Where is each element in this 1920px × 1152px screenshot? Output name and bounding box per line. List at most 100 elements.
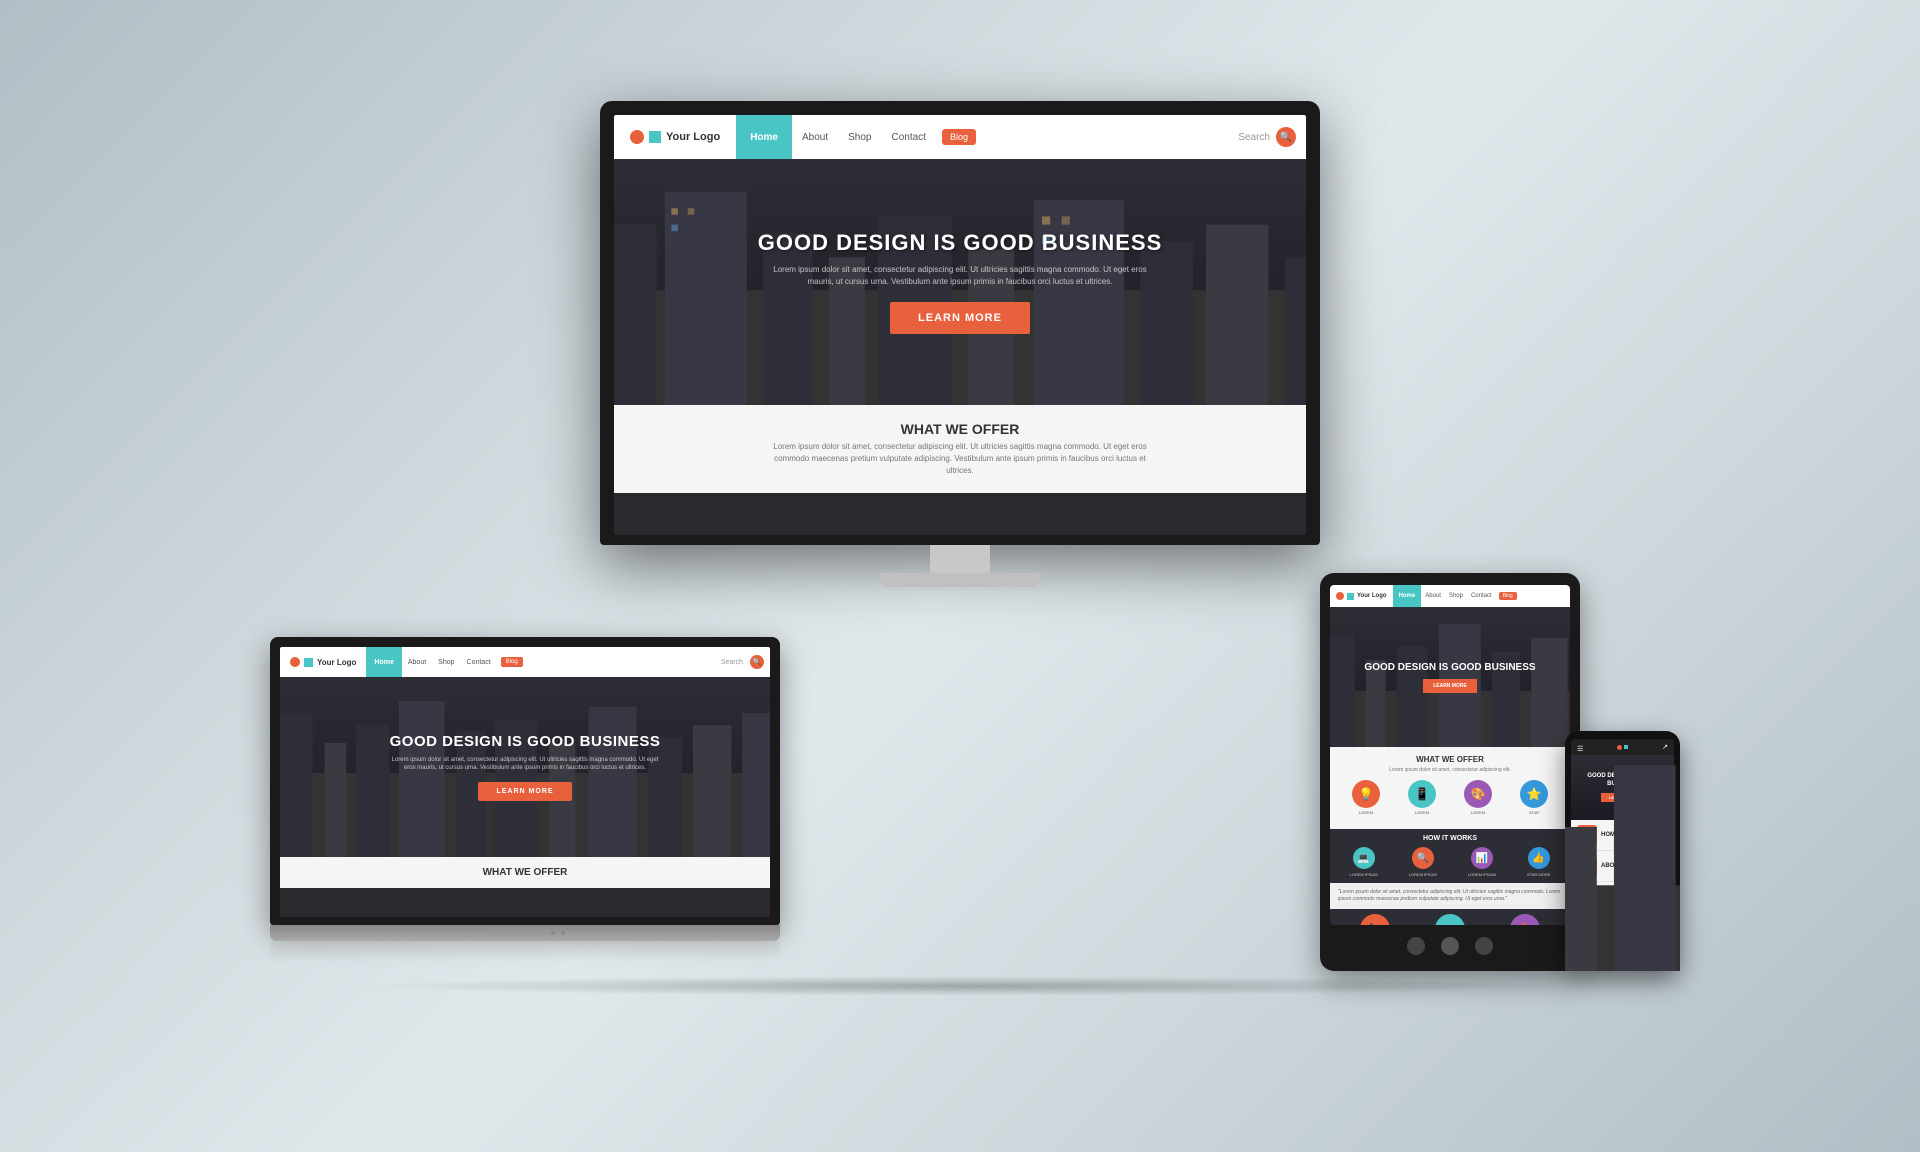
hero-subtitle: Lorem ipsum dolor sit amet, consectetur … xyxy=(760,264,1160,288)
search-label[interactable]: Search xyxy=(1238,132,1270,143)
tablet-how-icon-1: 💻 xyxy=(1353,847,1375,869)
mockup-scene: Your Logo Home About Shop Contact Blog S… xyxy=(210,101,1710,1051)
tablet-learn-more-button[interactable]: LEARN MORE xyxy=(1423,679,1477,693)
laptop-logo-square-icon xyxy=(304,658,313,667)
tablet-testimonial-text: "Lorem ipsum dolor sit amet, consectetur… xyxy=(1338,889,1562,903)
tablet-how-icon-3: 📊 xyxy=(1471,847,1493,869)
laptop-reflection xyxy=(270,941,780,961)
what-we-offer-title: WHAT WE OFFER xyxy=(630,421,1290,437)
learn-more-button[interactable]: LEARN MORE xyxy=(890,302,1030,334)
tablet-screen: Your Logo Home About Shop Contact Blog xyxy=(1330,585,1570,925)
tablet-hero-title: GOOD DESIGN IS GOOD BUSINESS xyxy=(1364,662,1535,673)
tablet-offer-item-4: ⭐ STAR xyxy=(1520,780,1548,815)
tablet-city-bg xyxy=(1330,607,1570,747)
tablet-offer-icon-2: 📱 xyxy=(1408,780,1436,808)
tablet-offer-label-2: LOREM xyxy=(1415,810,1429,815)
nav-contact-link[interactable]: Contact xyxy=(881,132,935,143)
nav-shop-link[interactable]: Shop xyxy=(838,132,881,143)
tablet-recent-button[interactable] xyxy=(1475,937,1493,955)
desktop-monitor: Your Logo Home About Shop Contact Blog S… xyxy=(600,101,1320,587)
tablet-nav: Your Logo Home About Shop Contact Blog xyxy=(1330,585,1570,607)
tablet-what-sub: Lorem ipsum dolor sit amet, consectetur … xyxy=(1338,767,1562,774)
tablet-offer-item-1: 💡 LOREM xyxy=(1352,780,1380,815)
laptop-bottom-bar xyxy=(270,925,780,941)
tablet-frame: Your Logo Home About Shop Contact Blog xyxy=(1320,573,1580,971)
tablet-offer-label-1: LOREM xyxy=(1359,810,1373,815)
tablet-how-icon-4: 👍 xyxy=(1528,847,1550,869)
tablet-what-title: WHAT WE OFFER xyxy=(1338,755,1562,764)
tablet-logo-area: Your Logo xyxy=(1330,585,1393,607)
tablet-how-label-3: LOREM IPSUM xyxy=(1468,872,1496,877)
laptop-nav-home[interactable]: Home xyxy=(366,647,401,677)
logo-text: Your Logo xyxy=(666,131,720,143)
phone-screen: ☰ ↗ xyxy=(1571,739,1674,939)
tablet-how-label-1: LOREM IPSUM xyxy=(1350,872,1378,877)
laptop-hero: GOOD DESIGN IS GOOD BUSINESS Lorem ipsum… xyxy=(280,677,770,857)
desktop-hero: GOOD DESIGN IS GOOD BUSINESS Lorem ipsum… xyxy=(614,159,1306,405)
laptop-device: Your Logo Home About Shop Contact Blog S… xyxy=(270,637,780,961)
tablet-how-item-2: 🔍 LOREM IPSUM xyxy=(1409,847,1437,877)
laptop-logo-text: Your Logo xyxy=(317,658,356,667)
laptop-search-area: Search 🔍 xyxy=(711,647,770,677)
logo-square-icon xyxy=(649,131,661,143)
laptop-hero-subtitle: Lorem ipsum dolor sit amet, consectetur … xyxy=(385,756,665,773)
laptop-nav-about[interactable]: About xyxy=(402,659,432,666)
monitor-stand-neck xyxy=(930,545,990,573)
tablet-offer-label-4: STAR xyxy=(1529,810,1539,815)
nav-about-link[interactable]: About xyxy=(792,132,838,143)
laptop-logo-circle-icon xyxy=(290,657,300,667)
logo-circle-icon xyxy=(630,130,644,144)
tablet-bottom-row: 📞 ✉️ 📍 xyxy=(1330,909,1570,925)
laptop-search-label[interactable]: Search xyxy=(717,659,747,666)
tablet-nav-about[interactable]: About xyxy=(1421,593,1445,599)
tablet-logo-text: Your Logo xyxy=(1357,593,1387,599)
tablet-how-label-2: LOREM IPSUM xyxy=(1409,872,1437,877)
tablet-how-item-3: 📊 LOREM IPSUM xyxy=(1468,847,1496,877)
laptop-dot2 xyxy=(561,931,565,935)
laptop-hero-title: GOOD DESIGN IS GOOD BUSINESS xyxy=(390,733,661,750)
tablet-nav-contact[interactable]: Contact xyxy=(1467,593,1496,599)
tablet-bottom-icon-1: 📞 xyxy=(1360,914,1390,925)
laptop-what-we-offer: WHAT WE OFFER xyxy=(280,857,770,888)
laptop-search-icon[interactable]: 🔍 xyxy=(750,655,764,669)
tablet-offer-icon-3: 🎨 xyxy=(1464,780,1492,808)
tablet-back-button[interactable] xyxy=(1407,937,1425,955)
phone-city-bg xyxy=(1571,739,1674,939)
desktop-nav: Your Logo Home About Shop Contact Blog S… xyxy=(614,115,1306,159)
tablet-how-title: HOW IT WORKS xyxy=(1336,835,1564,842)
laptop-what-we-offer-title: WHAT WE OFFER xyxy=(290,867,760,878)
laptop-nav-blog[interactable]: Blog xyxy=(501,657,523,667)
tablet-how-item-1: 💻 LOREM IPSUM xyxy=(1350,847,1378,877)
nav-home-link[interactable]: Home xyxy=(736,115,792,159)
hero-title: GOOD DESIGN IS GOOD BUSINESS xyxy=(758,230,1163,256)
tablet-nav-home[interactable]: Home xyxy=(1393,585,1422,607)
tablet-how-it-works: HOW IT WORKS 💻 LOREM IPSUM 🔍 LOREM IPSUM… xyxy=(1330,829,1570,883)
tablet-offer-item-3: 🎨 LOREM xyxy=(1464,780,1492,815)
tablet-how-icon-2: 🔍 xyxy=(1412,847,1434,869)
laptop-nav-contact[interactable]: Contact xyxy=(461,659,497,666)
tablet-testimonial: "Lorem ipsum dolor sit amet, consectetur… xyxy=(1330,883,1570,909)
tablet-bottom-icon-3: 📍 xyxy=(1510,914,1540,925)
tablet-nav-blog[interactable]: Blog xyxy=(1499,592,1517,600)
laptop-nav-shop[interactable]: Shop xyxy=(432,659,460,666)
tablet-offer-item-2: 📱 LOREM xyxy=(1408,780,1436,815)
desktop-search-area: Search 🔍 xyxy=(1228,115,1306,159)
monitor-screen: Your Logo Home About Shop Contact Blog S… xyxy=(614,115,1306,535)
monitor-frame: Your Logo Home About Shop Contact Blog S… xyxy=(600,101,1320,545)
desktop-what-we-offer: WHAT WE OFFER Lorem ipsum dolor sit amet… xyxy=(614,405,1306,493)
laptop-trackpad xyxy=(485,931,545,935)
tablet-hero: GOOD DESIGN IS GOOD BUSINESS LEARN MORE xyxy=(1330,607,1570,747)
tablet-offer-icon-4: ⭐ xyxy=(1520,780,1548,808)
tablet-nav-shop[interactable]: Shop xyxy=(1445,593,1467,599)
tablet-what-we-offer: WHAT WE OFFER Lorem ipsum dolor sit amet… xyxy=(1330,747,1570,829)
phone-frame: ☰ ↗ xyxy=(1565,731,1680,971)
laptop-learn-more-button[interactable]: LEARN MORE xyxy=(478,782,571,801)
tablet-bottom-icon-2: ✉️ xyxy=(1435,914,1465,925)
search-icon[interactable]: 🔍 xyxy=(1276,127,1296,147)
tablet-home-button[interactable] xyxy=(1441,937,1459,955)
tablet-device: Your Logo Home About Shop Contact Blog xyxy=(1320,573,1580,971)
tablet-logo-square-icon xyxy=(1347,593,1354,600)
tablet-offer-label-3: LOREM xyxy=(1471,810,1485,815)
nav-blog-button[interactable]: Blog xyxy=(942,129,976,145)
phone-hero: GOOD DESIGN IS GOOD BUSINESS LEARN MORE xyxy=(1571,755,1674,820)
